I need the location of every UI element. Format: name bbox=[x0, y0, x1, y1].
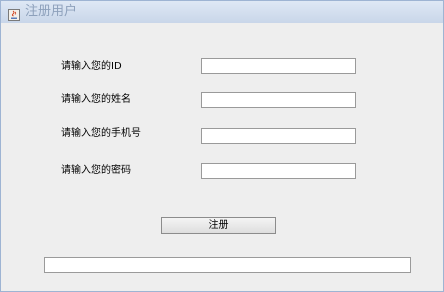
register-window: 注册用户 请输入您的ID 请输入您的姓名 请输入您的手机号 请输入您的密码 注册 bbox=[0, 0, 444, 292]
window-titlebar[interactable]: 注册用户 bbox=[1, 1, 443, 23]
register-button[interactable]: 注册 bbox=[161, 217, 276, 234]
phone-label: 请输入您的手机号 bbox=[61, 128, 141, 139]
id-label: 请输入您的ID bbox=[61, 61, 122, 72]
status-field[interactable] bbox=[44, 257, 411, 273]
name-label: 请输入您的姓名 bbox=[61, 94, 131, 105]
name-input[interactable] bbox=[201, 92, 356, 108]
phone-input[interactable] bbox=[201, 128, 356, 144]
window-title: 注册用户 bbox=[25, 4, 78, 19]
password-label: 请输入您的密码 bbox=[61, 165, 131, 176]
id-input[interactable] bbox=[201, 58, 356, 74]
form-panel: 请输入您的ID 请输入您的姓名 请输入您的手机号 请输入您的密码 注册 bbox=[5, 23, 439, 289]
java-app-icon bbox=[8, 6, 20, 21]
password-input[interactable] bbox=[201, 163, 356, 179]
